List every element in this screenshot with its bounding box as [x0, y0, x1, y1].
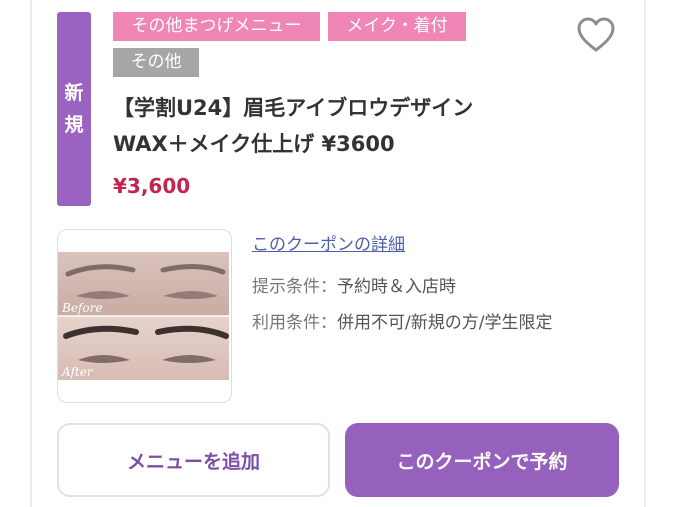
coupon-title: 【学割U24】眉毛アイブロウデザイン WAX＋メイク仕上げ ¥3600	[113, 90, 583, 162]
new-badge-char-1: 新	[64, 82, 84, 104]
coupon-title-line-1: 【学割U24】眉毛アイブロウデザイン	[113, 96, 474, 120]
card-border-left	[30, 0, 32, 507]
tag-makeup-kimono: メイク・着付	[328, 12, 466, 41]
favorite-heart-icon[interactable]	[576, 16, 616, 54]
presentation-condition: 提示条件：予約時＆入店時	[252, 272, 456, 297]
after-label: After	[61, 365, 94, 379]
usage-condition-label: 利用条件：	[252, 313, 337, 333]
coupon-title-line-2: WAX＋メイク仕上げ ¥3600	[113, 132, 395, 156]
coupon-detail-link[interactable]: このクーポンの詳細	[252, 230, 405, 255]
new-badge-char-2: 規	[64, 114, 84, 136]
coupon-price: ¥3,600	[113, 174, 191, 198]
before-after-image: Before After	[58, 252, 229, 380]
presentation-condition-value: 予約時＆入店時	[337, 277, 456, 297]
presentation-condition-label: 提示条件：	[252, 277, 337, 297]
coupon-card-page: 新 規 その他まつげメニュー メイク・着付 その他 【学割U24】眉毛アイブロウ…	[0, 0, 676, 507]
tag-other-eyelash-menu: その他まつげメニュー	[113, 12, 320, 41]
usage-condition: 利用条件：併用不可/新規の方/学生限定	[252, 308, 552, 333]
add-menu-button[interactable]: メニューを追加	[57, 423, 330, 497]
before-after-photo[interactable]: Before After	[57, 229, 232, 403]
before-label: Before	[61, 301, 102, 315]
usage-condition-value: 併用不可/新規の方/学生限定	[337, 313, 553, 333]
card-border-right	[644, 0, 646, 507]
tag-other: その他	[113, 48, 199, 77]
reserve-with-coupon-button[interactable]: このクーポンで予約	[345, 423, 619, 497]
new-customer-badge: 新 規	[57, 12, 91, 206]
